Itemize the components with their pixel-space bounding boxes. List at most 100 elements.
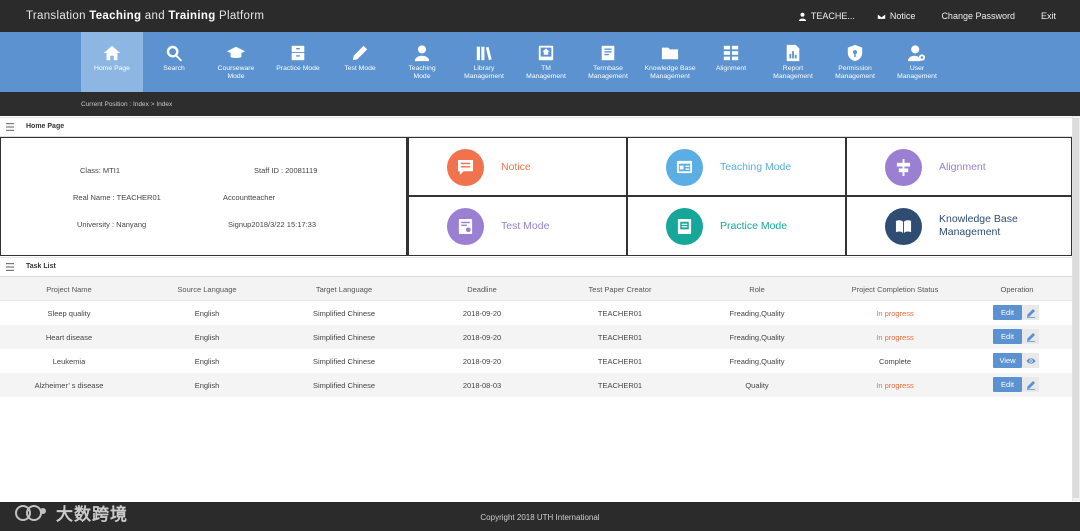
column-header[interactable]: Target Language bbox=[316, 285, 372, 294]
nav-label: Home Page bbox=[94, 65, 130, 72]
column-header[interactable]: Source Language bbox=[177, 285, 236, 294]
edit-icon-button[interactable] bbox=[1022, 377, 1039, 392]
edit-button[interactable]: Edit bbox=[993, 305, 1022, 320]
user-icon bbox=[798, 12, 807, 21]
align-icon bbox=[896, 159, 911, 176]
practice-icon bbox=[677, 218, 692, 235]
account-text: Accountteacher bbox=[223, 193, 276, 202]
nav-alignment[interactable]: Alignment bbox=[700, 32, 762, 92]
tile-teaching-mode[interactable]: Teaching Mode bbox=[627, 137, 846, 196]
app-title: Translation Teaching and Training Platfo… bbox=[26, 10, 264, 22]
scrollbar-thumb[interactable] bbox=[1073, 118, 1079, 498]
cell-project-name: Sleep quality bbox=[47, 309, 91, 318]
nav-teaching-mode[interactable]: Teaching Mode bbox=[391, 32, 453, 92]
column-header[interactable]: Test Paper Creator bbox=[589, 285, 652, 294]
teaching-icon bbox=[676, 160, 693, 174]
app-title-mid: and bbox=[144, 10, 165, 22]
edit-icon-button[interactable] bbox=[1022, 329, 1039, 344]
nav-label: Report Management bbox=[773, 65, 813, 80]
tile-label: Knowledge Base Management bbox=[939, 213, 1018, 238]
tile-circle bbox=[666, 149, 703, 186]
panel-collapse-icon[interactable] bbox=[6, 263, 14, 271]
nav-label: Courseware Mode bbox=[217, 65, 255, 80]
cell-status: In progress bbox=[876, 309, 914, 318]
search-icon bbox=[166, 45, 183, 62]
signup-text: Signup2018/3/22 15:17:33 bbox=[228, 220, 316, 229]
test-icon bbox=[458, 218, 473, 235]
nav-termbase-management[interactable]: Termbase Management bbox=[577, 32, 639, 92]
user-gear-icon bbox=[908, 45, 926, 62]
cell-project-name: Heart disease bbox=[45, 333, 93, 342]
tile-knowledge-base-management[interactable]: Knowledge Base Management bbox=[846, 196, 1072, 256]
cell-role: Freading,Quality bbox=[729, 357, 785, 366]
tile-notice[interactable]: Notice bbox=[408, 137, 627, 196]
nav-permission-management[interactable]: Permission Management bbox=[824, 32, 886, 92]
edit-icon-button[interactable] bbox=[1022, 305, 1039, 320]
cell-target-language: Simplified Chinese bbox=[312, 309, 376, 318]
table-row[interactable]: Alzheimer’ s disease English Simplified … bbox=[0, 373, 1072, 397]
tm-icon bbox=[538, 45, 554, 61]
view-icon-button[interactable] bbox=[1022, 353, 1039, 368]
cell-target-language: Simplified Chinese bbox=[312, 381, 376, 390]
nav-tm-management[interactable]: TM Management bbox=[515, 32, 577, 92]
breadcrumb: Current Position : Index > Index bbox=[81, 101, 173, 108]
column-header[interactable]: Deadline bbox=[467, 285, 497, 294]
cell-status: Complete bbox=[878, 357, 912, 366]
real-name-text: Real Name : TEACHER01 bbox=[73, 193, 161, 202]
nav-label: Library Management bbox=[464, 65, 504, 80]
cell-project-name: Alzheimer’ s disease bbox=[34, 381, 104, 390]
tile-alignment[interactable]: Alignment bbox=[846, 137, 1072, 196]
view-button[interactable]: View bbox=[993, 353, 1022, 368]
nav-label: Teaching Mode bbox=[408, 65, 436, 80]
nav-report-management[interactable]: Report Management bbox=[762, 32, 824, 92]
operation-group: Edit bbox=[993, 377, 1039, 392]
user-name: TEACHE... bbox=[810, 11, 855, 21]
cell-creator: TEACHER01 bbox=[597, 381, 643, 390]
table-row[interactable]: Leukemia English Simplified Chinese 2018… bbox=[0, 349, 1072, 373]
archive-icon bbox=[291, 45, 305, 61]
edit-button[interactable]: Edit bbox=[993, 329, 1022, 344]
message-icon bbox=[457, 159, 474, 176]
column-header[interactable]: Role bbox=[749, 285, 764, 294]
cell-role: Freading,Quality bbox=[729, 333, 785, 342]
footer: Copyright 2018 UTH International bbox=[0, 502, 1080, 531]
nav-label: Alignment bbox=[715, 65, 747, 72]
user-menu[interactable]: TEACHE... bbox=[798, 11, 855, 21]
cell-source-language: English bbox=[194, 333, 220, 342]
report-icon bbox=[786, 44, 800, 62]
nav-test-mode[interactable]: Test Mode bbox=[329, 32, 391, 92]
cell-source-language: English bbox=[194, 309, 220, 318]
watermark-text: 大数跨境 bbox=[56, 505, 128, 524]
notice-link[interactable]: Notice bbox=[877, 11, 915, 21]
cell-deadline: 2018-08-03 bbox=[462, 381, 502, 390]
tile-test-mode[interactable]: Test Mode bbox=[408, 196, 627, 256]
edit-button[interactable]: Edit bbox=[993, 377, 1022, 392]
exit-link[interactable]: Exit bbox=[1041, 11, 1056, 21]
top-bar: Translation Teaching and Training Platfo… bbox=[0, 0, 1080, 32]
watermark-logo-icon bbox=[15, 504, 46, 521]
nav-practice-mode[interactable]: Practice Mode bbox=[267, 32, 329, 92]
table-row[interactable]: Heart disease English Simplified Chinese… bbox=[0, 325, 1072, 349]
book-icon bbox=[601, 45, 615, 61]
main-nav: Home Page Search Courseware Mode Practic… bbox=[0, 32, 1080, 92]
nav-user-management[interactable]: User Management bbox=[886, 32, 948, 92]
nav-search[interactable]: Search bbox=[143, 32, 205, 92]
nav-library-management[interactable]: Library Management bbox=[453, 32, 515, 92]
tile-practice-mode[interactable]: Practice Mode bbox=[627, 196, 846, 256]
nav-home-page[interactable]: Home Page bbox=[81, 32, 143, 92]
pencil-icon bbox=[1026, 332, 1035, 342]
cell-source-language: English bbox=[194, 381, 220, 390]
column-header[interactable]: Project Completion Status bbox=[852, 285, 939, 294]
nav-courseware-mode[interactable]: Courseware Mode bbox=[205, 32, 267, 92]
home-panel-title: Home Page bbox=[26, 123, 65, 130]
user-icon bbox=[414, 45, 430, 62]
nav-knowledge-base-management[interactable]: Knowledge Base Management bbox=[639, 32, 701, 92]
panel-collapse-icon[interactable] bbox=[6, 123, 14, 131]
change-password-link[interactable]: Change Password bbox=[941, 11, 1015, 21]
watermark: 大数跨境 bbox=[14, 500, 128, 525]
app-title-bold-2: Training bbox=[168, 10, 216, 22]
table-row[interactable]: Sleep quality English Simplified Chinese… bbox=[0, 301, 1072, 325]
column-header[interactable]: Operation bbox=[1001, 285, 1034, 294]
home-icon bbox=[103, 45, 121, 61]
column-header[interactable]: Project Name bbox=[46, 285, 91, 294]
